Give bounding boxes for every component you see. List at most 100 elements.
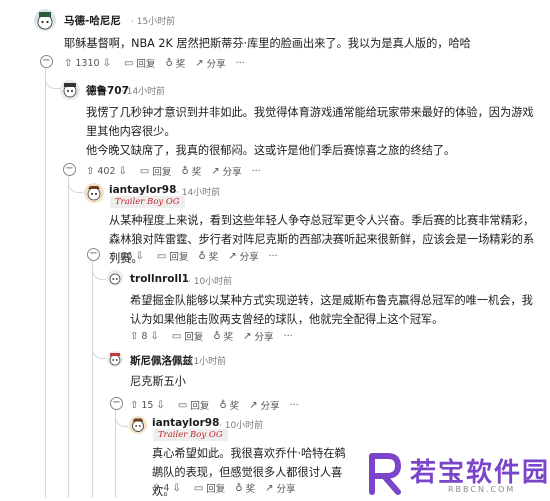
collapse-thread-button[interactable]: − <box>40 55 53 68</box>
comment-timestamp: · 14小时前 <box>121 87 166 97</box>
thread-connector <box>68 180 83 193</box>
award-icon: ♁ <box>235 482 243 494</box>
collapse-thread-button[interactable]: − <box>87 248 100 261</box>
award-button[interactable]: ♁ 奖 <box>165 56 185 71</box>
user-flair-badge: Trailer Boy OG <box>153 429 228 441</box>
avatar[interactable] <box>34 9 56 31</box>
comment-username[interactable]: iantaylor98 <box>152 417 219 429</box>
vote-score: 1310 <box>75 57 100 69</box>
reply-button[interactable]: ▭ 回复 <box>156 249 188 264</box>
upvote-icon: ⇧ <box>86 165 95 177</box>
upvote-icon: ⇧ <box>64 57 73 69</box>
thread-line[interactable] <box>68 176 69 498</box>
upvote-icon: ⇧ <box>152 482 161 494</box>
upvote-button[interactable]: ⇧ 8 ⇩ <box>130 331 162 342</box>
share-button[interactable]: ↗ 分享 <box>211 164 241 179</box>
award-button[interactable]: ♁ 奖 <box>198 249 218 264</box>
upvote-icon: ⇧ <box>130 330 139 342</box>
share-button[interactable]: ↗ 分享 <box>195 56 225 71</box>
downvote-icon[interactable]: ⇩ <box>172 483 180 494</box>
comment-action-bar: ⇧ 15 ⇩ ▭ 回复 ♁ 奖 ↗ 分享 ··· <box>130 397 309 413</box>
comment-username[interactable]: 马德-哈尼尼 <box>64 13 121 28</box>
reply-icon: ▭ <box>193 482 204 494</box>
share-icon: ↗ <box>195 57 204 69</box>
comment-username[interactable]: trollnroll1 <box>130 273 189 285</box>
downvote-icon[interactable]: ⇩ <box>135 251 143 262</box>
thread-line[interactable] <box>115 410 116 498</box>
reply-button[interactable]: ▭ 回复 <box>123 56 155 71</box>
upvote-button[interactable]: ⇧ 66 ⇩ <box>109 251 147 262</box>
watermark: 若宝软件园 RBBCN.COM <box>358 446 550 499</box>
thread-connector <box>92 340 106 359</box>
more-options-button[interactable]: ··· <box>269 251 278 262</box>
share-icon: ↗ <box>243 330 252 342</box>
avatar[interactable] <box>129 416 147 434</box>
collapse-thread-button[interactable]: − <box>110 397 123 410</box>
upvote-button[interactable]: ⇧ 4 ⇩ <box>152 483 184 494</box>
avatar[interactable] <box>107 351 123 367</box>
award-icon: ♁ <box>219 399 227 411</box>
more-options-button[interactable]: ··· <box>236 58 245 69</box>
share-button[interactable]: ↗ 分享 <box>243 329 273 344</box>
reply-icon: ▭ <box>123 57 134 69</box>
comment-username[interactable]: iantaylor98 <box>109 184 176 196</box>
avatar[interactable] <box>107 270 123 286</box>
vote-score: 4 <box>163 482 170 494</box>
upvote-button[interactable]: ⇧ 402 ⇩ <box>86 166 130 177</box>
share-button[interactable]: ↗ 分享 <box>228 249 258 264</box>
snoo-avatar-icon <box>109 273 121 285</box>
share-icon: ↗ <box>265 482 274 494</box>
more-options-button[interactable]: ··· <box>252 166 261 177</box>
downvote-icon[interactable]: ⇩ <box>103 58 111 69</box>
avatar[interactable] <box>60 80 80 100</box>
more-options-button[interactable]: ··· <box>290 400 299 411</box>
collapse-thread-button[interactable]: − <box>63 163 76 176</box>
downvote-icon[interactable]: ⇩ <box>150 331 158 342</box>
thread-line[interactable] <box>45 68 46 498</box>
award-button[interactable]: ♁ 奖 <box>219 398 239 413</box>
comment-action-bar: ⇧ 66 ⇩ ▭ 回复 ♁ 奖 ↗ 分享 ··· <box>109 248 288 264</box>
upvote-button[interactable]: ⇧ 15 ⇩ <box>130 400 168 411</box>
comment-action-bar: ⇧ 1310 ⇩ ▭ 回复 ♁ 奖 ↗ 分享 ··· <box>64 55 255 71</box>
watermark-logo-icon <box>369 453 402 495</box>
thread-line[interactable] <box>92 261 93 498</box>
upvote-icon: ⇧ <box>109 250 118 262</box>
thread-connector <box>115 414 128 427</box>
award-icon: ♁ <box>213 330 221 342</box>
share-button[interactable]: ↗ 分享 <box>265 481 295 496</box>
award-button[interactable]: ♁ 奖 <box>213 329 233 344</box>
comment-body: 耶稣基督啊，NBA 2K 居然把斯蒂芬·库里的脸画出来了。我以为是真人版的，哈哈 <box>64 37 471 50</box>
upvote-button[interactable]: ⇧ 1310 ⇩ <box>64 58 114 69</box>
share-button[interactable]: ↗ 分享 <box>249 398 279 413</box>
avatar[interactable] <box>84 183 104 203</box>
comment-body: 他今晚又缺席了，我真的很郁闷。这或许是他们季后赛惊喜之旅的终结了。 <box>86 144 456 157</box>
award-button[interactable]: ♁ 奖 <box>181 164 201 179</box>
snoo-avatar-icon <box>132 418 144 432</box>
share-icon: ↗ <box>211 165 220 177</box>
reply-icon: ▭ <box>171 330 182 342</box>
comment-action-bar: ⇧ 4 ⇩ ▭ 回复 ♁ 奖 ↗ 分享 <box>152 480 306 496</box>
more-options-button[interactable]: ··· <box>284 331 293 342</box>
reply-button[interactable]: ▭ 回复 <box>140 164 171 179</box>
vote-score: 66 <box>120 250 133 262</box>
watermark-brand: 若宝软件园 <box>410 458 550 488</box>
comment-timestamp: · 10小时前 <box>188 277 233 287</box>
comment-timestamp: · 11小时前 <box>182 357 227 367</box>
user-flair-badge: Trailer Boy OG <box>110 196 185 208</box>
downvote-icon[interactable]: ⇩ <box>119 166 127 177</box>
award-icon: ♁ <box>198 250 206 262</box>
snoo-avatar-icon <box>63 83 77 98</box>
share-icon: ↗ <box>228 250 237 262</box>
comment-body: 希望掘金队能够以某种方式实现逆转，这是威斯布鲁克赢得总冠军的唯一机会，我认为如果… <box>130 294 533 326</box>
vote-score: 402 <box>97 165 116 177</box>
reply-button[interactable]: ▭ 回复 <box>193 481 225 496</box>
reply-icon: ▭ <box>156 250 167 262</box>
downvote-icon[interactable]: ⇩ <box>156 400 164 411</box>
reply-button[interactable]: ▭ 回复 <box>171 329 203 344</box>
vote-score: 8 <box>141 330 148 342</box>
vote-score: 15 <box>141 399 154 411</box>
comment-action-bar: ⇧ 8 ⇩ ▭ 回复 ♁ 奖 ↗ 分享 ··· <box>130 328 303 344</box>
reply-button[interactable]: ▭ 回复 <box>178 398 209 413</box>
comment-action-bar: ⇧ 402 ⇩ ▭ 回复 ♁ 奖 ↗ 分享 ··· <box>86 163 271 179</box>
award-button[interactable]: ♁ 奖 <box>235 481 255 496</box>
